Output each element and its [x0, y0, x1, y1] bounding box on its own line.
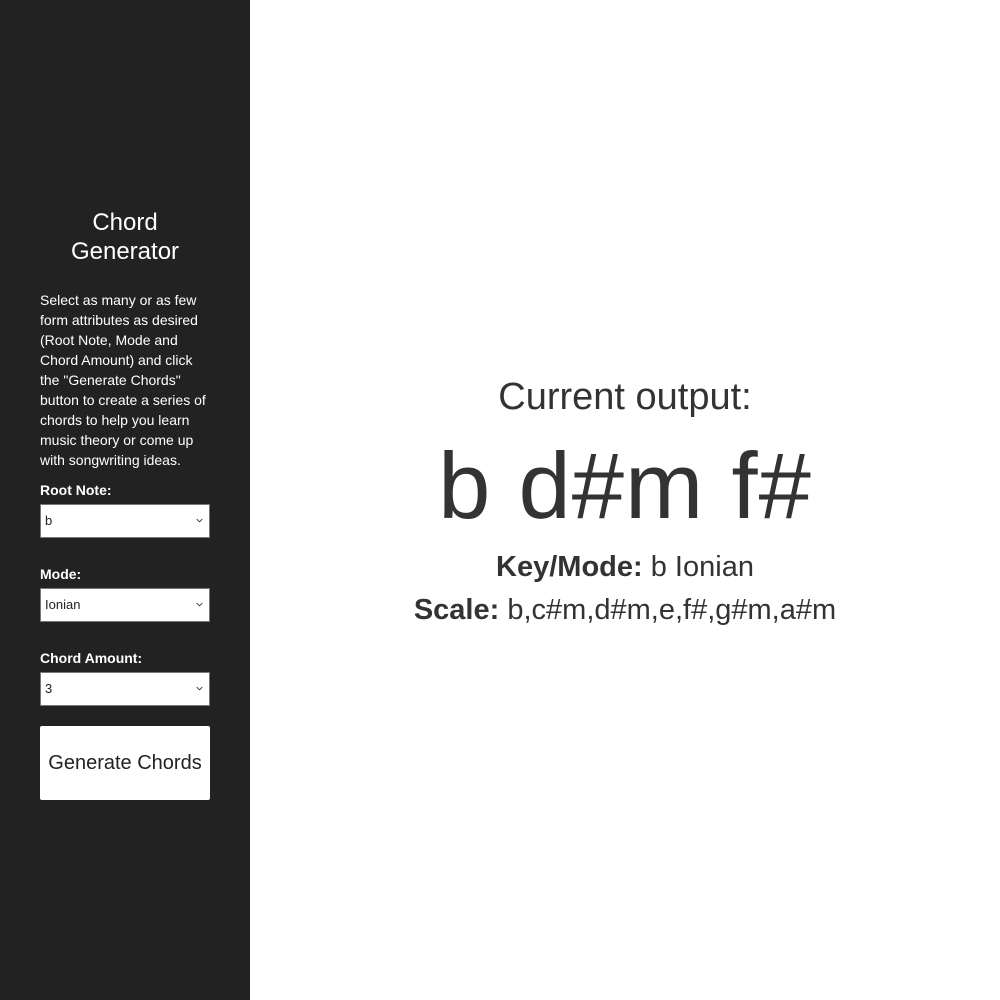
output-panel: Current output: b d#m f# Key/Mode: b Ion… [250, 374, 1000, 632]
generate-chords-button[interactable]: Generate Chords [40, 726, 210, 800]
chord-sequence: b d#m f# [438, 433, 812, 538]
scale-label: Scale: [413, 594, 500, 626]
mode-select[interactable]: Ionian [40, 588, 210, 622]
form-description: Select as many or as few form attributes… [40, 292, 206, 468]
chevron-down-icon [196, 686, 203, 691]
scale-line: Scale: b,c#m,d#m,e,f#,g#m,a#m [250, 589, 1000, 632]
root-note-value: b [45, 513, 53, 528]
chord-amount-select[interactable]: 3 [40, 672, 210, 706]
key-mode-label: Key/Mode: [496, 551, 643, 583]
chevron-down-icon [196, 602, 203, 607]
key-mode-line: Key/Mode: b Ionian [250, 546, 1000, 589]
app-title: Chord Generator [70, 209, 180, 265]
output-heading: Current output: [498, 376, 752, 418]
root-note-label: Root Note: [40, 482, 112, 498]
chord-amount-label: Chord Amount: [40, 650, 143, 666]
mode-label: Mode: [40, 566, 82, 582]
app-root: Chord Generator Select as many or as few… [0, 0, 1000, 1000]
mode-value: Ionian [45, 597, 81, 612]
root-note-select[interactable]: b [40, 504, 210, 538]
main-output-area: Current output: b d#m f# Key/Mode: b Ion… [250, 0, 1000, 1000]
scale-value: b,c#m,d#m,e,f#,g#m,a#m [507, 594, 837, 626]
chord-form: Chord Generator Select as many or as few… [40, 208, 210, 800]
chevron-down-icon [196, 518, 203, 523]
chord-amount-value: 3 [45, 681, 53, 696]
key-mode-value: b Ionian [650, 551, 754, 583]
sidebar: Chord Generator Select as many or as few… [0, 0, 250, 1000]
